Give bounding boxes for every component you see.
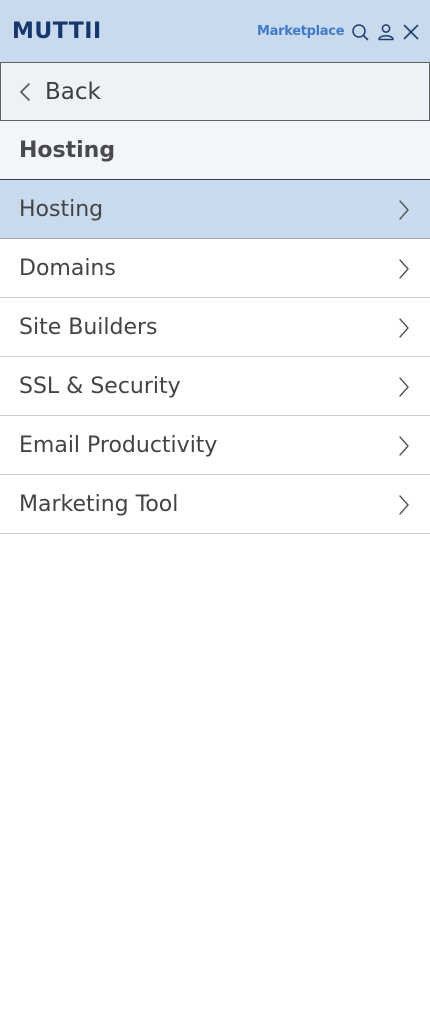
menu-item-label: Site Builders [19,315,158,340]
chevron-right-icon [397,435,411,457]
menu-item-label: SSL & Security [19,374,181,399]
section-header: Hosting [0,121,430,180]
menu-item-label: Marketing Tool [19,492,179,517]
marketplace-link[interactable]: Marketplace [257,24,345,40]
chevron-left-icon [18,82,32,102]
search-icon[interactable] [351,23,369,41]
section-title: Hosting [19,138,116,163]
close-icon[interactable] [402,23,420,41]
menu-item-label: Hosting [19,197,104,222]
brand-logo[interactable]: MUTTII [12,18,102,46]
chevron-right-icon [397,494,411,516]
menu-item-email-productivity[interactable]: Email Productivity [0,416,430,475]
top-bar: MUTTII Marketplace [0,0,430,62]
user-icon[interactable] [377,23,395,41]
chevron-right-icon [397,258,411,280]
menu-item-site-builders[interactable]: Site Builders [0,298,430,357]
back-label: Back [45,79,101,105]
menu-item-marketing-tool[interactable]: Marketing Tool [0,475,430,534]
menu-item-ssl-security[interactable]: SSL & Security [0,357,430,416]
chevron-right-icon [397,376,411,398]
menu-item-label: Email Productivity [19,433,218,458]
back-button[interactable]: Back [0,62,430,121]
chevron-right-icon [397,317,411,339]
menu-item-hosting[interactable]: Hosting [0,180,430,239]
menu-item-domains[interactable]: Domains [0,239,430,298]
chevron-right-icon [397,199,411,221]
submenu-list: Hosting Domains Site Builders SSL & Secu… [0,180,430,534]
menu-item-label: Domains [19,256,116,281]
